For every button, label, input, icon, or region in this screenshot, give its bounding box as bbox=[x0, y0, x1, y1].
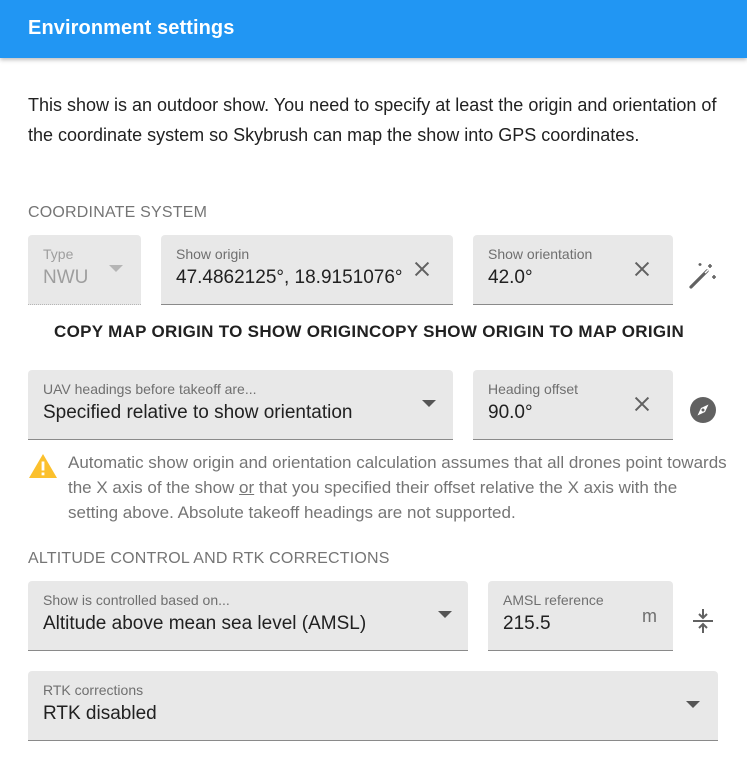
close-icon[interactable] bbox=[411, 258, 433, 280]
amsl-reference-field[interactable]: AMSL reference 215.5 m bbox=[488, 581, 673, 651]
vertical-align-center-icon[interactable] bbox=[688, 606, 718, 636]
type-select[interactable]: Type NWU bbox=[28, 235, 141, 305]
rtk-corrections-select[interactable]: RTK corrections RTK disabled bbox=[28, 671, 718, 741]
chevron-down-icon bbox=[109, 265, 123, 272]
magic-wand-icon[interactable] bbox=[688, 261, 718, 291]
copy-map-origin-to-show-origin-button[interactable]: COPY MAP ORIGIN TO SHOW ORIGIN bbox=[54, 322, 369, 350]
show-orientation-field[interactable]: Show orientation 42.0° bbox=[473, 235, 673, 305]
show-orientation-label: Show orientation bbox=[488, 246, 593, 262]
warning-icon bbox=[29, 454, 57, 478]
amsl-reference-value: 215.5 bbox=[503, 613, 551, 634]
intro-text: This show is an outdoor show. You need t… bbox=[28, 95, 717, 145]
amsl-reference-label: AMSL reference bbox=[503, 592, 604, 608]
altitude-control-mode-select[interactable]: Show is controlled based on... Altitude … bbox=[28, 581, 468, 651]
show-origin-label: Show origin bbox=[176, 246, 250, 262]
altitude-control-mode-value: Altitude above mean sea level (AMSL) bbox=[43, 613, 367, 634]
uav-headings-select[interactable]: UAV headings before takeoff are... Speci… bbox=[28, 370, 453, 440]
heading-offset-value: 90.0° bbox=[488, 402, 533, 423]
close-icon[interactable] bbox=[631, 393, 653, 415]
uav-headings-value: Specified relative to show orientation bbox=[43, 402, 353, 423]
altitude-section-heading: ALTITUDE CONTROL AND RTK CORRECTIONS bbox=[28, 550, 390, 567]
dialog-title-bar: Environment settings bbox=[0, 0, 747, 58]
amsl-reference-unit: m bbox=[642, 606, 657, 626]
chevron-down-icon bbox=[686, 701, 700, 708]
chevron-down-icon bbox=[438, 611, 452, 618]
rtk-corrections-value: RTK disabled bbox=[43, 703, 157, 724]
chevron-down-icon bbox=[422, 400, 436, 407]
heading-offset-field[interactable]: Heading offset 90.0° bbox=[473, 370, 673, 440]
show-origin-value: 47.4862125°, 18.9151076° bbox=[176, 267, 403, 288]
show-orientation-value: 42.0° bbox=[488, 267, 533, 288]
warning-text-emphasis: or bbox=[239, 478, 255, 497]
compass-icon[interactable] bbox=[688, 395, 718, 425]
rtk-corrections-label: RTK corrections bbox=[43, 682, 144, 698]
close-icon[interactable] bbox=[631, 258, 653, 280]
warning-text: Automatic show origin and orientation ca… bbox=[68, 450, 728, 525]
heading-offset-label: Heading offset bbox=[488, 381, 579, 397]
copy-show-origin-to-map-origin-button[interactable]: COPY SHOW ORIGIN TO MAP ORIGIN bbox=[369, 322, 684, 350]
altitude-control-mode-label: Show is controlled based on... bbox=[43, 592, 230, 608]
dialog-title: Environment settings bbox=[28, 17, 235, 39]
uav-headings-label: UAV headings before takeoff are... bbox=[43, 381, 257, 397]
show-origin-field[interactable]: Show origin 47.4862125°, 18.9151076° bbox=[161, 235, 453, 305]
coordinate-system-heading: COORDINATE SYSTEM bbox=[28, 204, 208, 221]
type-label: Type bbox=[43, 246, 74, 262]
type-value: NWU bbox=[43, 267, 89, 288]
